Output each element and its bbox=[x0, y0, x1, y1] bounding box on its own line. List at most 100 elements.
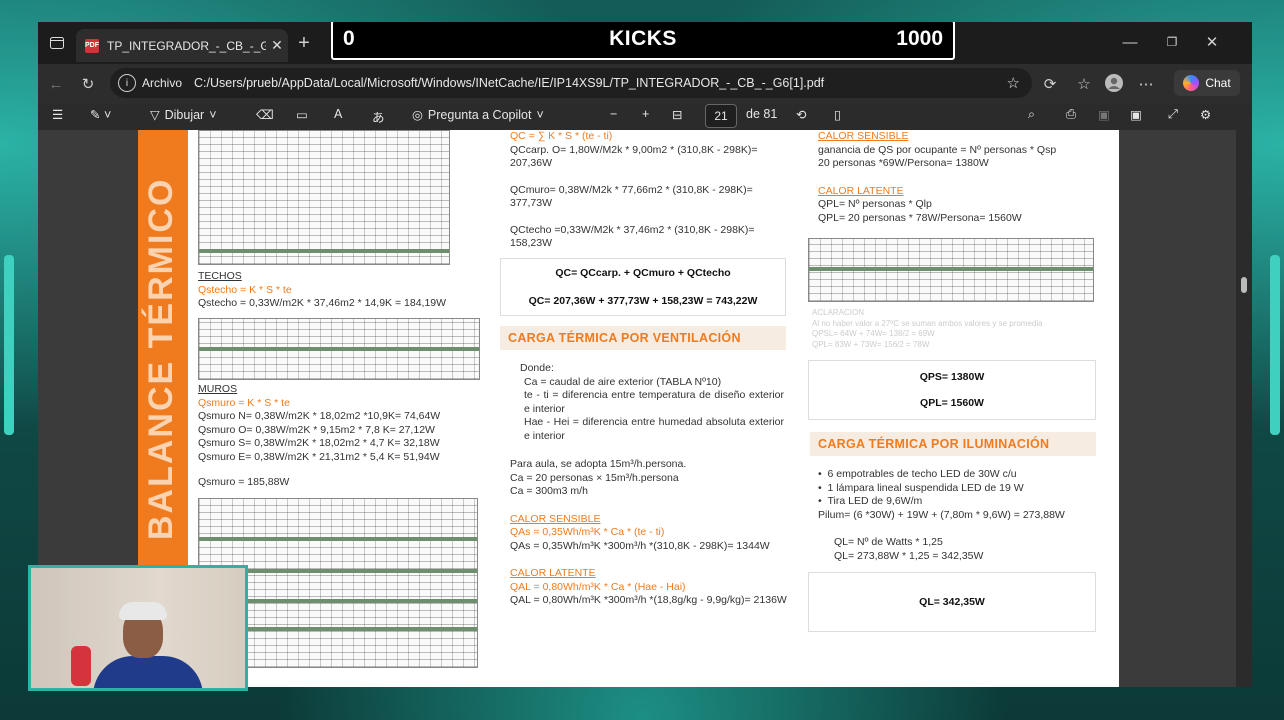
occ-lat-title: CALOR LATENTE bbox=[818, 184, 904, 197]
tab-pdf[interactable]: PDF TP_INTEGRADOR_-_CB_-_G6[1].pdf ✕ bbox=[76, 29, 288, 62]
zoom-in-icon[interactable]: + bbox=[642, 107, 649, 121]
occupants-section: CALOR SENSIBLE ganancia de QS por ocupan… bbox=[818, 130, 1098, 225]
copilot-icon bbox=[1183, 75, 1200, 91]
section-vertical-title: BALANCE TÉRMICO bbox=[142, 177, 180, 540]
techos-heading: TECHOS bbox=[198, 270, 242, 282]
aclaracion-title: ACLARACION bbox=[812, 308, 865, 317]
ventilation-header: CARGA TÉRMICA POR VENTILACIÓN bbox=[500, 326, 786, 350]
occ-sens-title: CALOR SENSIBLE bbox=[818, 130, 909, 142]
contents-icon[interactable]: ☰ bbox=[52, 107, 63, 122]
draw-button[interactable]: ▽ Dibujar ˅ bbox=[150, 107, 217, 123]
muro-s: Qsmuro S= 0,38W/m2K * 18,02m2 * 4,7 K= 3… bbox=[198, 437, 440, 449]
copilot-chat-button[interactable]: Chat bbox=[1174, 70, 1240, 96]
chevron-down-icon: ˅ bbox=[536, 107, 544, 122]
qc-section: QC = ∑ K * S * (te - ti) QCcarp. O= 1,80… bbox=[510, 130, 786, 251]
chat-label: Chat bbox=[1205, 76, 1231, 90]
qc-box-result: QC= 207,36W + 377,73W + 158,23W = 743,22… bbox=[528, 295, 758, 307]
temperature-table-image bbox=[198, 130, 450, 265]
translate-icon[interactable]: あ bbox=[372, 107, 385, 126]
tab-title: TP_INTEGRADOR_-_CB_-_G6[1].pdf bbox=[107, 38, 266, 53]
muro-e: Qsmuro E= 0,38W/m2K * 21,31m2 * 5,4 K= 5… bbox=[198, 450, 440, 463]
muros-section: MUROS Qsmuro = K * S * te Qsmuro N= 0,38… bbox=[198, 383, 488, 490]
address-bar[interactable]: i Archivo C:/Users/prueb/AppData/Local/M… bbox=[110, 68, 1032, 98]
save-as-icon[interactable]: ▣ bbox=[1130, 107, 1142, 122]
ask-copilot-button[interactable]: ◎ Pregunta a Copilot ˅ bbox=[412, 107, 544, 123]
extensions-icon[interactable]: ⟳ bbox=[1040, 74, 1060, 94]
settings-gear-icon[interactable]: ⚙ bbox=[1200, 107, 1211, 122]
tab-actions-icon[interactable] bbox=[48, 34, 66, 52]
page-view-icon[interactable]: ▯ bbox=[834, 107, 841, 122]
back-icon[interactable]: ← bbox=[46, 74, 66, 94]
print-icon[interactable]: ⎙ bbox=[1066, 107, 1076, 122]
qc-formula: QC = ∑ K * S * (te - ti) bbox=[510, 130, 613, 142]
page-number-input[interactable]: 21 bbox=[705, 104, 737, 128]
info-icon[interactable]: i bbox=[118, 74, 136, 92]
favorite-star-icon[interactable]: ☆ bbox=[1007, 74, 1020, 92]
aclaracion-note: ACLARACION Al no haber valor a 27ºC se s… bbox=[812, 308, 1102, 350]
occ-sens-line1: ganancia de QS por ocupante = Nº persona… bbox=[818, 143, 1057, 156]
close-window-icon[interactable]: ✕ bbox=[1202, 32, 1222, 52]
close-tab-icon[interactable]: ✕ bbox=[266, 37, 288, 54]
sens-title: CALOR SENSIBLE bbox=[510, 512, 601, 525]
lat-calc: QAL = 0,80Wh/m³K *300m³/h *(18,8g/kg - 9… bbox=[510, 594, 787, 606]
pdf-toolbar: ☰ ✎ ˅ ▽ Dibujar ˅ ⌫ ▭ A あ ◎ Pregunta a C… bbox=[38, 104, 1252, 130]
aclaracion-line3: QPL= 83W + 73W= 156/2 = 78W bbox=[812, 339, 930, 349]
muro-o: Qsmuro O= 0,38W/m2K * 9,15m2 * 7,8 K= 27… bbox=[198, 423, 435, 436]
address-tag: Archivo bbox=[142, 76, 183, 90]
page-total: de 81 bbox=[746, 107, 778, 121]
ql-calc: QL= 273,88W * 1,25 = 342,35W bbox=[834, 549, 984, 562]
webcam-feed bbox=[28, 565, 248, 691]
chevron-down-icon: ˅ bbox=[209, 107, 217, 122]
bullet-text: 1 lámpara lineal suspendida LED de 19 W bbox=[827, 481, 1024, 494]
favorites-icon[interactable]: ☆ bbox=[1074, 74, 1094, 94]
kicks-title: KICKS bbox=[609, 27, 677, 50]
techos-section: TECHOS Qstecho = K * S * te Qstecho = 0,… bbox=[198, 270, 478, 311]
pilum: Pilum= (6 *30W) + 19W + (7,80m * 9,6W) =… bbox=[818, 508, 1065, 521]
sens-formula: QAs = 0,35Wh/m³K * Ca * (te - ti) bbox=[510, 526, 665, 538]
ca-def: Ca = caudal de aire exterior (TABLA Nº10… bbox=[524, 375, 722, 388]
muros-formula: Qsmuro = K * S * te bbox=[198, 396, 290, 409]
pdf-file-icon: PDF bbox=[85, 38, 99, 53]
more-menu-icon[interactable]: ⋯ bbox=[1136, 74, 1156, 94]
ventilation-calcs: Para aula, se adopta 15m³/h.persona. Ca … bbox=[510, 458, 788, 608]
scrollbar-thumb[interactable] bbox=[1241, 277, 1247, 293]
aula: Para aula, se adopta 15m³/h.persona. bbox=[510, 458, 687, 470]
occ-lat-line2: QPL= 20 personas * 78W/Persona= 1560W bbox=[818, 211, 1022, 224]
qc-muro: QCmuro= 0,38W/M2k * 77,66m2 * (310,8K - … bbox=[510, 183, 753, 210]
vertical-scrollbar[interactable] bbox=[1236, 130, 1252, 687]
fullscreen-icon[interactable]: ⤢ bbox=[1168, 107, 1178, 122]
aclaracion-line2: QPSL= 64W + 74W= 138/2 = 69W bbox=[812, 329, 935, 338]
qc-summary-box: QC= QCcarp. + QCmuro + QCtecho QC= 207,3… bbox=[500, 258, 786, 316]
ask-copilot-label: Pregunta a Copilot bbox=[427, 107, 532, 122]
highlight-icon[interactable]: ✎ ˅ bbox=[90, 107, 111, 122]
eraser-icon[interactable]: ⌫ bbox=[256, 107, 274, 122]
techos-calc: Qstecho = 0,33W/m2K * 37,46m2 * 14,9K = … bbox=[198, 297, 447, 309]
lighting-header: CARGA TÉRMICA POR ILUMINACIÓN bbox=[810, 432, 1096, 456]
kicks-counter-overlay: 0 KICKS 1000 bbox=[331, 22, 955, 60]
lat-title: CALOR LATENTE bbox=[510, 567, 596, 579]
address-row: ← ↻ i Archivo C:/Users/prueb/AppData/Loc… bbox=[38, 64, 1252, 104]
refresh-icon[interactable]: ↻ bbox=[78, 74, 98, 94]
qps-value: QPS= 1380W bbox=[919, 371, 985, 383]
text-box-icon[interactable]: ▭ bbox=[296, 107, 308, 122]
profile-avatar-icon[interactable] bbox=[1104, 73, 1124, 93]
save-icon[interactable]: ▣ bbox=[1098, 107, 1110, 122]
search-icon[interactable]: ⌕ bbox=[1028, 107, 1035, 122]
lighting-section: • 6 empotrables de techo LED de 30W c/u … bbox=[818, 468, 1108, 563]
new-tab-icon[interactable]: + bbox=[292, 32, 316, 54]
zoom-out-icon[interactable]: − bbox=[610, 107, 617, 121]
sens-calc: QAs = 0,35Wh/m³K *300m³/h *(310,8K - 298… bbox=[510, 539, 770, 552]
lighting-bullet-2: • 1 lámpara lineal suspendida LED de 19 … bbox=[818, 481, 1024, 494]
read-aloud-icon[interactable]: A bbox=[334, 107, 342, 121]
qc-box-formula: QC= QCcarp. + QCmuro + QCtecho bbox=[555, 267, 731, 279]
hae-def: Hae - Hei = diferencia entre humedad abs… bbox=[524, 416, 784, 442]
copilot-icon: ◎ bbox=[412, 108, 423, 122]
bullet-text: 6 empotrables de techo LED de 30W c/u bbox=[827, 468, 1017, 480]
muros-heading: MUROS bbox=[198, 383, 238, 395]
qps-qpl-box: QPS= 1380W QPL= 1560W bbox=[808, 360, 1096, 420]
ca-calc: Ca = 20 personas × 15m³/h.persona bbox=[510, 471, 679, 484]
minimize-icon[interactable]: — bbox=[1120, 32, 1140, 52]
restore-icon[interactable]: ❐ bbox=[1162, 32, 1182, 52]
fit-page-icon[interactable]: ⊟ bbox=[672, 107, 682, 122]
rotate-icon[interactable]: ⟲ bbox=[796, 107, 806, 122]
